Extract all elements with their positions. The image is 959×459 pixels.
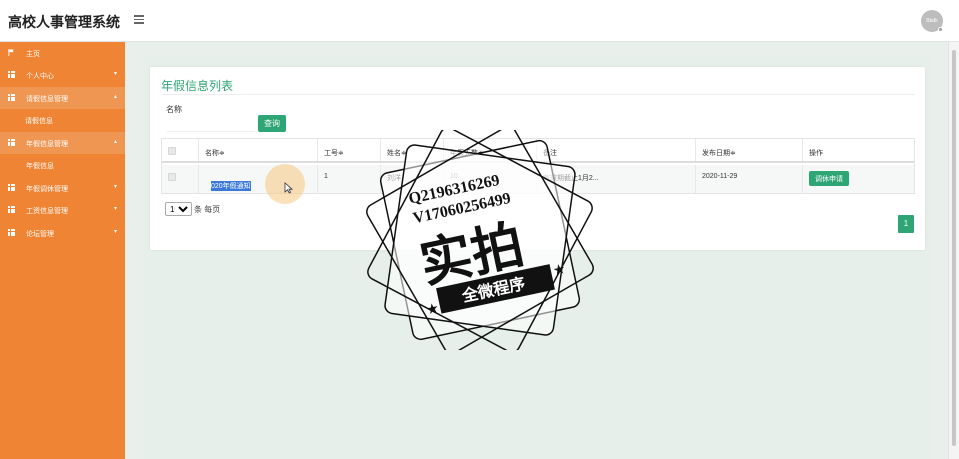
sidebar: 主页 个人中心 ▾ 请假信息管理 ▴ 请假信息 年假信息管理 ▴ 年假信息 年假… — [0, 42, 125, 459]
sidebar-item-forum[interactable]: 论坛管理 ▾ — [0, 222, 125, 244]
chevron-down-icon: ▾ — [114, 184, 118, 190]
grid-icon — [8, 71, 15, 78]
header-name[interactable]: 名称≑ — [199, 139, 318, 161]
sidebar-item-leave-mgmt[interactable]: 请假信息管理 ▴ — [0, 87, 125, 109]
sidebar-item-label: 请假信息 — [25, 118, 53, 125]
sidebar-item-personal[interactable]: 个人中心 ▾ — [0, 64, 125, 86]
title-divider — [161, 94, 915, 95]
search-label: 名称 — [166, 105, 182, 114]
sidebar-item-label: 个人中心 — [26, 73, 54, 80]
header-actions: 操作 — [809, 150, 823, 157]
sidebar-item-label: 论坛管理 — [26, 231, 54, 238]
header-date[interactable]: 发布日期≑ — [696, 139, 803, 161]
sidebar-subitem-leave-info[interactable]: 请假信息 — [0, 109, 125, 131]
page-size-select[interactable]: 10 — [165, 202, 192, 216]
sidebar-item-annual-mgmt[interactable]: 年假信息管理 ▴ — [0, 132, 125, 154]
select-all-checkbox[interactable] — [168, 147, 176, 155]
search-button[interactable]: 查询 — [258, 115, 286, 132]
sidebar-subitem-annual-info[interactable]: 年假信息 — [0, 154, 125, 176]
scrollbar-thumb[interactable] — [952, 50, 956, 446]
grid-icon — [8, 184, 15, 191]
sidebar-item-salary[interactable]: 工资信息管理 ▾ — [0, 199, 125, 221]
pagination-page-1[interactable]: 1 — [898, 215, 914, 233]
sidebar-item-label: 年假调休管理 — [26, 186, 68, 193]
chevron-down-icon: ▾ — [114, 206, 118, 212]
apply-exchange-button[interactable]: 调休申请 — [809, 171, 849, 186]
chevron-up-icon: ▴ — [114, 94, 118, 100]
sidebar-item-home[interactable]: 主页 — [0, 42, 125, 64]
flag-icon — [8, 49, 14, 56]
grid-icon — [8, 206, 15, 213]
sidebar-item-label: 工资信息管理 — [26, 208, 68, 215]
row-checkbox-cell — [162, 165, 199, 193]
watermark-stamp: Q2196316269 V17060256499 实拍 全微程序 ★ ★ — [366, 130, 594, 350]
cell-actions: 调休申请 — [803, 165, 914, 193]
header-checkbox-cell — [162, 139, 199, 161]
sidebar-item-label: 主页 — [26, 51, 40, 58]
chevron-up-icon: ▴ — [114, 139, 118, 145]
top-header: 高校人事管理系统 Bbdk — [0, 0, 959, 42]
search-input[interactable] — [166, 116, 255, 132]
page-scrollbar[interactable] — [948, 42, 959, 459]
chevron-down-icon: ▾ — [114, 229, 118, 235]
cell-date: 2020-11-29 — [696, 165, 803, 193]
chevron-down-icon: ▾ — [114, 71, 118, 77]
sidebar-item-annual-exchange[interactable]: 年假调休管理 ▾ — [0, 177, 125, 199]
menu-toggle-icon[interactable] — [134, 15, 144, 24]
mouse-pointer-icon — [284, 182, 293, 194]
grid-icon — [8, 94, 15, 101]
grid-icon — [8, 139, 15, 146]
sidebar-item-label: 请假信息管理 — [26, 96, 68, 103]
avatar-status-dot — [938, 27, 943, 32]
grid-icon — [8, 229, 15, 236]
selected-text: 020年假通知 — [211, 181, 251, 191]
sidebar-item-label: 年假信息管理 — [26, 141, 68, 148]
sidebar-item-label: 年假信息 — [26, 163, 54, 170]
app-title: 高校人事管理系统 — [8, 14, 120, 30]
page-size-label: 条 每页 — [194, 205, 221, 214]
page-title: 年假信息列表 — [161, 79, 234, 93]
row-checkbox[interactable] — [168, 173, 176, 181]
